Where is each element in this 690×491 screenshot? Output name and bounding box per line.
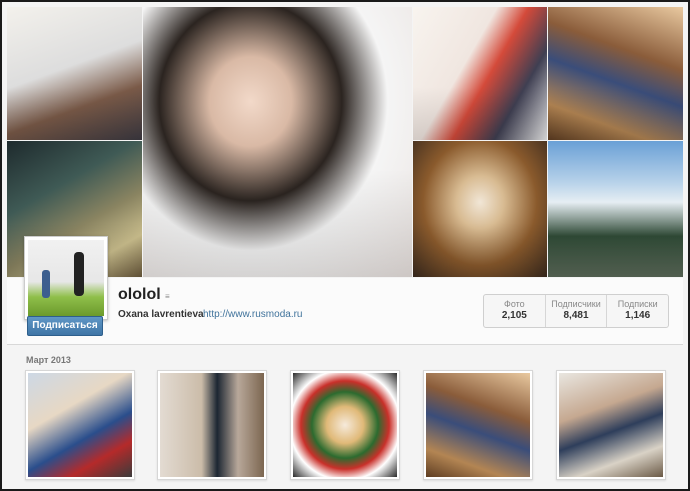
badge-icon: ≡ (165, 292, 170, 301)
subscribe-button[interactable]: Подписаться (27, 316, 103, 336)
month-section-label: Март 2013 (26, 355, 71, 365)
header-photo-2[interactable] (143, 7, 412, 277)
photo-image (559, 373, 663, 477)
profile-bar: Подписаться ololol ≡ Oxana lavrentieva h… (7, 236, 683, 345)
header-photo-7[interactable] (548, 141, 683, 277)
stat-following[interactable]: Подписки 1,146 (607, 295, 668, 327)
profile-website-link[interactable]: http://www.rusmoda.ru (203, 309, 302, 320)
header-photo-4[interactable] (548, 7, 683, 140)
header-photo-3[interactable] (413, 7, 547, 140)
photo-grid (25, 370, 685, 482)
header-photo-6[interactable] (413, 141, 547, 277)
stat-followers[interactable]: Подписчики 8,481 (546, 295, 608, 327)
photo-thumbnail[interactable] (423, 370, 533, 480)
avatar-frame[interactable] (24, 236, 108, 320)
page-frame: Подписаться ololol ≡ Oxana lavrentieva h… (0, 0, 690, 491)
stat-following-value: 1,146 (625, 310, 651, 321)
profile-username: ololol (118, 286, 161, 303)
avatar[interactable] (28, 240, 104, 316)
avatar-figure-adult (74, 252, 84, 296)
stat-photos-label: Фото (503, 299, 525, 309)
stat-following-label: Подписки (617, 299, 658, 309)
stat-photos[interactable]: Фото 2,105 (484, 295, 546, 327)
profile-full-name: Oxana lavrentieva (118, 309, 204, 320)
photo-thumbnail[interactable] (556, 370, 666, 480)
stat-photos-value: 2,105 (501, 310, 527, 321)
photo-thumbnail[interactable] (25, 370, 135, 480)
stat-followers-label: Подписчики (551, 299, 601, 309)
photo-image (160, 373, 264, 477)
photo-image (293, 373, 397, 477)
photo-image (426, 373, 530, 477)
profile-stats: Фото 2,105 Подписчики 8,481 Подписки 1,1… (483, 294, 669, 328)
avatar-figure-child (42, 270, 50, 298)
header-photo-mosaic (7, 7, 683, 277)
photo-thumbnail[interactable] (290, 370, 400, 480)
header-photo-1[interactable] (7, 7, 142, 140)
photo-image (28, 373, 132, 477)
photo-thumbnail[interactable] (157, 370, 267, 480)
stat-followers-value: 8,481 (563, 310, 589, 321)
